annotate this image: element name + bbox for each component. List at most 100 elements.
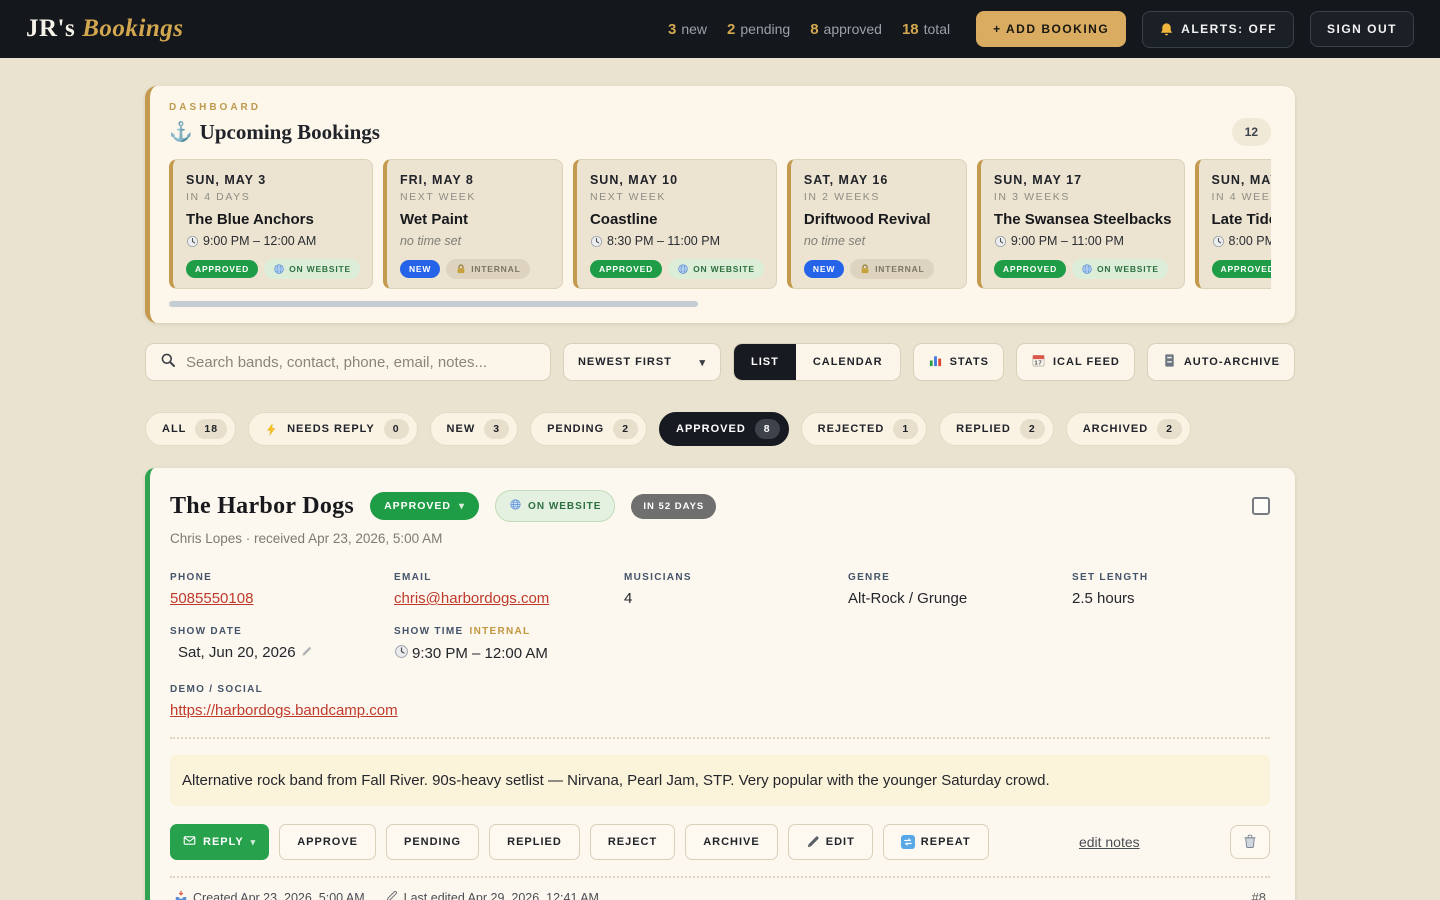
bar-chart-icon — [928, 353, 943, 371]
card-band-name: Coastline — [590, 211, 764, 228]
globe-icon — [273, 263, 285, 275]
upcoming-card[interactable]: SUN, MAY 10NEXT WEEKCoastline8:30 PM – 1… — [573, 159, 777, 289]
filter-approved[interactable]: APPROVED8 — [659, 412, 789, 446]
sign-out-button[interactable]: SIGN OUT — [1310, 11, 1414, 47]
envelope-icon — [183, 834, 196, 850]
card-relative-time: IN 2 WEEKS — [804, 191, 954, 203]
replied-button[interactable]: REPLIED — [489, 824, 580, 860]
card-date: SUN, MAY 24 — [1212, 173, 1272, 187]
search-input[interactable] — [186, 354, 536, 371]
website-badge: ON WEBSITE — [668, 259, 764, 279]
booking-card: The Harbor Dogs APPROVED ▾ ON WEBSITE IN… — [145, 468, 1295, 900]
filter-new[interactable]: NEW3 — [430, 412, 519, 446]
filter-replied[interactable]: REPLIED2 — [939, 412, 1054, 446]
sort-dropdown[interactable]: NEWEST FIRST ▾ — [563, 343, 721, 381]
field-phone: PHONE 5085550108 — [170, 572, 394, 607]
card-date: FRI, MAY 8 — [400, 173, 550, 187]
clock-icon — [1212, 235, 1225, 248]
header-stats: 3new 2pending 8approved 18total — [668, 21, 950, 38]
stat-total: 18total — [902, 21, 950, 38]
trash-icon — [1242, 833, 1258, 852]
email-link[interactable]: chris@harbordogs.com — [394, 590, 549, 607]
archive-button[interactable]: ARCHIVE — [685, 824, 778, 860]
approve-button[interactable]: APPROVE — [279, 824, 376, 860]
app-logo: JR'sBookings — [26, 15, 184, 43]
contact-received-line: Chris Lopes · received Apr 23, 2026, 5:0… — [170, 531, 1270, 546]
upcoming-count-badge: 12 — [1232, 118, 1271, 146]
tab-list-view[interactable]: LIST — [734, 344, 796, 380]
pending-button[interactable]: PENDING — [386, 824, 479, 860]
ical-feed-button[interactable]: 17 ICAL FEED — [1016, 343, 1135, 381]
card-show-time: 8:30 PM – 11:00 PM — [590, 234, 764, 248]
phone-link[interactable]: 5085550108 — [170, 590, 253, 607]
upcoming-scroller[interactable]: SUN, MAY 3IN 4 DAYSThe Blue Anchors9:00 … — [169, 159, 1271, 289]
filter-count-badge: 2 — [1020, 419, 1045, 439]
filter-count-badge: 1 — [893, 419, 918, 439]
globe-icon — [677, 263, 689, 275]
repeat-button[interactable]: REPEAT — [883, 824, 989, 860]
chevron-down-icon: ▾ — [459, 501, 465, 512]
auto-archive-button[interactable]: AUTO-ARCHIVE — [1147, 343, 1295, 381]
card-relative-time: IN 3 WEEKS — [994, 191, 1172, 203]
filter-pending[interactable]: PENDING2 — [530, 412, 647, 446]
edit-notes-link[interactable]: edit notes — [1079, 834, 1140, 850]
field-set-length: SET LENGTH 2.5 hours — [1072, 572, 1270, 607]
new-badge: NEW — [400, 260, 440, 278]
globe-icon — [1081, 263, 1093, 275]
field-email: EMAIL chris@harbordogs.com — [394, 572, 624, 607]
anchor-icon: ⚓ — [169, 120, 193, 144]
tab-calendar-view[interactable]: CALENDAR — [796, 344, 900, 380]
carousel-scrollbar[interactable] — [169, 301, 698, 307]
alerts-toggle-button[interactable]: ALERTS: OFF — [1142, 11, 1294, 48]
filter-all[interactable]: ALL18 — [145, 412, 236, 446]
demo-link[interactable]: https://harbordogs.bandcamp.com — [170, 702, 398, 719]
card-relative-time: NEXT WEEK — [590, 191, 764, 203]
booking-actions: REPLY ▾ APPROVE PENDING REPLIED REJECT ARCHI… — [170, 824, 1270, 860]
upcoming-card[interactable]: FRI, MAY 8NEXT WEEKWet Paintno time setN… — [383, 159, 563, 289]
upcoming-card[interactable]: SUN, MAY 3IN 4 DAYSThe Blue Anchors9:00 … — [169, 159, 373, 289]
reject-button[interactable]: REJECT — [590, 824, 675, 860]
reply-button[interactable]: REPLY ▾ — [170, 824, 269, 860]
band-name: The Harbor Dogs — [170, 493, 354, 520]
upcoming-card[interactable]: SAT, MAY 16IN 2 WEEKSDriftwood Revivalno… — [787, 159, 967, 289]
status-dropdown[interactable]: APPROVED ▾ — [370, 492, 479, 520]
sort-value: NEWEST FIRST — [578, 356, 672, 368]
select-booking-checkbox[interactable] — [1252, 497, 1270, 515]
filter-count-badge: 8 — [755, 419, 780, 439]
upcoming-card[interactable]: SUN, MAY 17IN 3 WEEKSThe Swansea Steelba… — [977, 159, 1185, 289]
upcoming-card[interactable]: SUN, MAY 24IN 4 WEEKSLate Tide8:00 PM – … — [1195, 159, 1272, 289]
filter-count-badge: 18 — [195, 419, 227, 439]
pencil-icon — [806, 835, 820, 849]
filter-count-badge: 2 — [613, 419, 638, 439]
approved-badge: APPROVED — [186, 260, 258, 278]
delete-button[interactable] — [1230, 825, 1270, 859]
card-date: SUN, MAY 17 — [994, 173, 1172, 187]
stat-pending: 2pending — [727, 21, 790, 38]
add-booking-button[interactable]: + ADD BOOKING — [976, 11, 1126, 47]
card-show-time: no time set — [804, 234, 954, 248]
filter-needs-reply[interactable]: NEEDS REPLY0 — [248, 412, 417, 446]
website-badge: ON WEBSITE — [1072, 259, 1168, 279]
stat-new: 3new — [668, 21, 707, 38]
top-bar: JR'sBookings 3new 2pending 8approved 18tota… — [0, 0, 1440, 58]
edit-button[interactable]: EDIT — [788, 824, 873, 860]
last-edited-timestamp: Last edited Apr 29, 2026, 12:41 AM — [385, 889, 599, 900]
internal-badge: INTERNAL — [446, 259, 529, 279]
divider — [170, 737, 1270, 739]
card-band-name: Late Tide — [1212, 211, 1272, 228]
days-away-badge: IN 52 DAYS — [631, 494, 716, 519]
approved-badge: APPROVED — [590, 260, 662, 278]
filter-rejected[interactable]: REJECTED1 — [801, 412, 928, 446]
chevron-down-icon: ▾ — [699, 356, 706, 369]
field-show-date: SHOW DATE Sat, Jun 20, 2026 — [170, 626, 394, 663]
stats-button[interactable]: STATS — [913, 343, 1004, 381]
chevron-down-icon: ▾ — [251, 837, 257, 848]
filter-count-badge: 2 — [1157, 419, 1182, 439]
card-relative-time: IN 4 DAYS — [186, 191, 360, 203]
card-show-time: 9:00 PM – 11:00 PM — [994, 234, 1172, 248]
edit-date-pencil-icon[interactable] — [301, 644, 312, 661]
dashboard-eyebrow: DASHBOARD — [169, 102, 1271, 113]
approved-badge: APPROVED — [994, 260, 1066, 278]
filter-archived[interactable]: ARCHIVED2 — [1066, 412, 1191, 446]
stat-approved: 8approved — [810, 21, 882, 38]
